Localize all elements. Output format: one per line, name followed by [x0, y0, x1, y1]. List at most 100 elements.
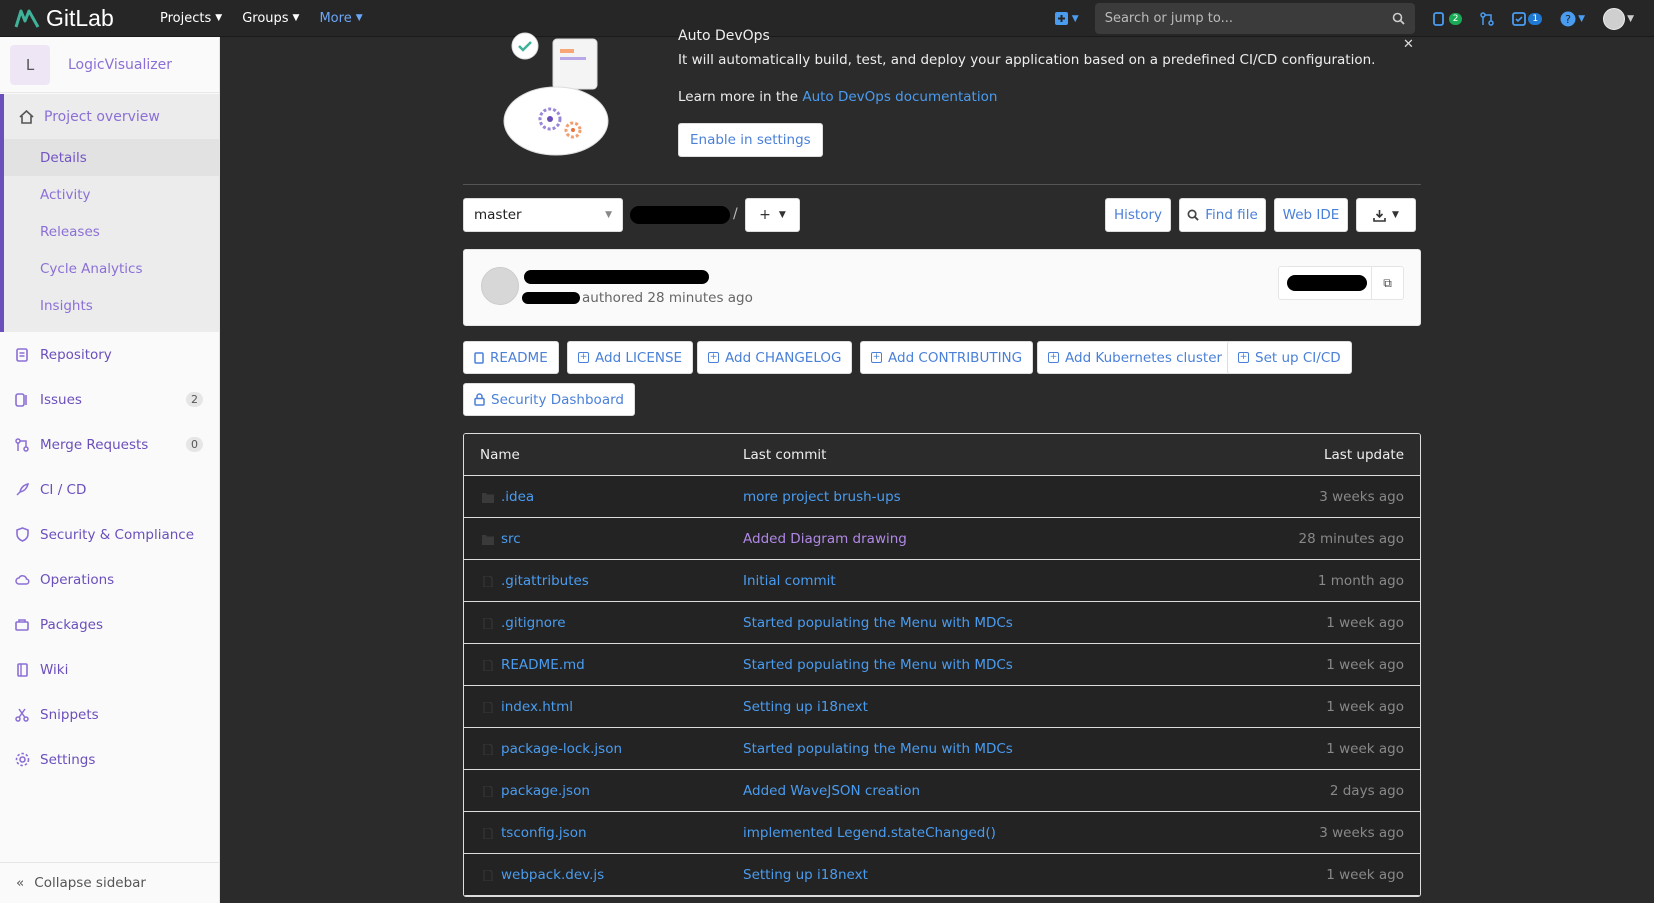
issues-icon	[14, 392, 30, 408]
file-name-link[interactable]: README.md	[501, 657, 585, 673]
sidebar-item-project-overview[interactable]: Project overview	[4, 94, 219, 139]
sidebar-item-repository[interactable]: Repository	[0, 332, 219, 377]
redacted-project-path	[630, 206, 730, 224]
enable-in-settings-button[interactable]: Enable in settings	[678, 123, 823, 157]
chevron-down-icon: ▼	[215, 13, 223, 23]
todos-shortcut[interactable]: 1	[1512, 11, 1543, 26]
last-update-time: 1 week ago	[1326, 614, 1404, 631]
security-dashboard-label: Security Dashboard	[491, 391, 624, 408]
table-row[interactable]: .gitignore Started populating the Menu wi…	[464, 602, 1420, 644]
sidebar-item-wiki[interactable]: Wiki	[0, 647, 219, 692]
table-header: Name Last commit Last update	[464, 434, 1420, 476]
add-contributing-button[interactable]: + Add CONTRIBUTING	[860, 341, 1034, 374]
add-to-tree-dropdown[interactable]: + ▼	[745, 198, 800, 232]
close-icon[interactable]: ✕	[1403, 37, 1414, 52]
project-overview-section: Project overview Details Activity Releas…	[0, 94, 219, 332]
web-ide-button[interactable]: Web IDE	[1274, 198, 1348, 232]
table-row[interactable]: package-lock.json Started populating the …	[464, 728, 1420, 770]
sidebar-item-merge-requests[interactable]: Merge Requests 0	[0, 422, 219, 467]
commit-message-link[interactable]: Started populating the Menu with MDCs	[743, 615, 1013, 631]
commit-message-link[interactable]: Setting up i18next	[743, 867, 868, 883]
copy-sha-button[interactable]: ⧉	[1371, 267, 1403, 299]
merge-requests-shortcut[interactable]	[1480, 11, 1495, 26]
sidebar-item-label: Snippets	[40, 706, 99, 723]
groups-menu[interactable]: Groups ▼	[238, 11, 303, 26]
file-name-link[interactable]: .gitattributes	[501, 573, 589, 589]
add-kubernetes-cluster-button[interactable]: + Add Kubernetes cluster	[1037, 341, 1234, 374]
file-name-link[interactable]: webpack.dev.js	[501, 867, 604, 883]
sidebar-item-security-compliance[interactable]: Security & Compliance	[0, 512, 219, 557]
table-row[interactable]: README.md Started populating the Menu wit…	[464, 644, 1420, 686]
file-name-link[interactable]: package.json	[501, 783, 590, 799]
download-dropdown[interactable]: ▼	[1356, 198, 1416, 232]
table-row[interactable]: src Added Diagram drawing 28 minutes ago	[464, 518, 1420, 560]
auto-devops-banner: Auto DevOps It will automatically build,…	[463, 27, 1421, 185]
add-changelog-button[interactable]: + Add CHANGELOG	[697, 341, 853, 374]
last-update-time: 1 week ago	[1326, 698, 1404, 715]
gitlab-logo[interactable]: GitLab	[14, 5, 144, 32]
sidebar-item-label: Security & Compliance	[40, 526, 195, 543]
add-license-label: Add LICENSE	[595, 349, 683, 366]
branch-selector[interactable]: master ▼	[463, 198, 623, 232]
sidebar-item-operations[interactable]: Operations	[0, 557, 219, 602]
project-sidebar: L LogicVisualizer Project overview Detai…	[0, 37, 220, 903]
table-row[interactable]: .gitattributes Initial commit 1 month ago	[464, 560, 1420, 602]
table-row[interactable]: webpack.dev.js Setting up i18next 1 week a…	[464, 854, 1420, 896]
readme-button[interactable]: README	[463, 341, 559, 374]
table-row[interactable]: .idea more project brush-ups 3 weeks ago	[464, 476, 1420, 518]
add-license-button[interactable]: + Add LICENSE	[567, 341, 694, 374]
file-icon	[482, 827, 494, 840]
sidebar-item-snippets[interactable]: Snippets	[0, 692, 219, 737]
commit-message-link[interactable]: Started populating the Menu with MDCs	[743, 741, 1013, 757]
file-name-link[interactable]: index.html	[501, 699, 573, 715]
commit-message-link[interactable]: Added Diagram drawing	[743, 531, 907, 547]
sidebar-subitem-insights[interactable]: Insights	[4, 287, 219, 324]
file-name-link[interactable]: tsconfig.json	[501, 825, 587, 841]
sidebar-subitem-cycle-analytics[interactable]: Cycle Analytics	[4, 250, 219, 287]
repo-toolbar: master ▼ / + ▼ History Find file Web IDE…	[463, 198, 1421, 232]
sidebar-subitem-details[interactable]: Details	[4, 139, 219, 176]
history-button[interactable]: History	[1105, 198, 1171, 232]
folder-icon	[482, 491, 494, 503]
table-row[interactable]: package.json Added WaveJSON creation 2 day…	[464, 770, 1420, 812]
commit-message-link[interactable]: Started populating the Menu with MDCs	[743, 657, 1013, 673]
sidebar-item-settings[interactable]: Settings	[0, 737, 219, 782]
table-row[interactable]: index.html Setting up i18next 1 week ago	[464, 686, 1420, 728]
chevron-down-icon: ▼	[605, 210, 612, 220]
issues-shortcut[interactable]: 2	[1432, 11, 1463, 26]
sidebar-subitem-releases[interactable]: Releases	[4, 213, 219, 250]
sidebar-subitem-activity[interactable]: Activity	[4, 176, 219, 213]
more-label: More	[319, 10, 352, 26]
file-name-link[interactable]: package-lock.json	[501, 741, 622, 757]
issues-count-badge: 2	[1448, 12, 1463, 25]
more-menu[interactable]: More ▼	[315, 11, 366, 26]
file-name-link[interactable]: src	[501, 531, 521, 547]
commit-message-link[interactable]: implemented Legend.stateChanged()	[743, 825, 996, 841]
sidebar-item-label: CI / CD	[40, 481, 87, 498]
commit-message-link[interactable]: more project brush-ups	[743, 489, 901, 505]
commit-message-link[interactable]: Setting up i18next	[743, 699, 868, 715]
file-name-link[interactable]: .idea	[501, 489, 534, 505]
commit-message-link[interactable]: Added WaveJSON creation	[743, 783, 920, 799]
table-row[interactable]: tsconfig.json implemented Legend.stateCha…	[464, 812, 1420, 854]
sidebar-item-label: Wiki	[40, 661, 69, 678]
sidebar-item-ci-cd[interactable]: CI / CD	[0, 467, 219, 512]
new-dropdown-button[interactable]: ▼	[1054, 12, 1079, 25]
sidebar-item-issues[interactable]: Issues 2	[0, 377, 219, 422]
setup-ci-cd-button[interactable]: + Set up CI/CD	[1227, 341, 1352, 374]
sidebar-item-packages[interactable]: Packages	[0, 602, 219, 647]
help-dropdown[interactable]: ? ▼	[1560, 11, 1585, 27]
last-commit-panel: authored 28 minutes ago ⧉	[463, 249, 1421, 326]
shield-icon	[14, 527, 30, 543]
find-file-button[interactable]: Find file	[1179, 198, 1266, 232]
commit-message-link[interactable]: Initial commit	[743, 573, 836, 589]
sidebar-project-header[interactable]: L LogicVisualizer	[0, 37, 219, 93]
collapse-sidebar-button[interactable]: « Collapse sidebar	[0, 862, 219, 903]
user-menu[interactable]: ▼	[1603, 7, 1634, 30]
file-name-link[interactable]: .gitignore	[501, 615, 566, 631]
devops-docs-link[interactable]: Auto DevOps documentation	[802, 89, 997, 105]
projects-menu[interactable]: Projects ▼	[156, 11, 226, 26]
sidebar-item-label: Merge Requests	[40, 436, 149, 453]
file-rows: .idea more project brush-ups 3 weeks ago sr…	[464, 476, 1420, 896]
security-dashboard-button[interactable]: Security Dashboard	[463, 383, 635, 416]
